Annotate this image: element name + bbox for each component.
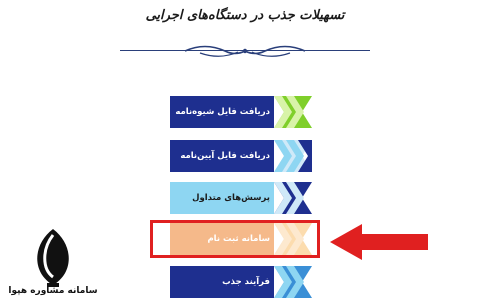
logo-text: سامانه مشاوره هپوا <box>8 286 98 296</box>
menu-button-faq[interactable]: پرسش‌های متداول <box>170 182 312 214</box>
menu-button-label: پرسش‌های متداول <box>192 193 270 203</box>
menu-button-process[interactable]: فرآیند جذب <box>170 266 312 298</box>
menu-button-label: فرآیند جذب <box>222 277 270 287</box>
ornament-icon <box>184 45 306 57</box>
page-title: تسهیلات جذب در دستگاه‌های اجرایی <box>145 8 345 23</box>
menu-button-label: دریافت فایل آیین‌نامه <box>180 151 270 161</box>
red-arrow-icon <box>330 224 428 260</box>
menu-button-label: دریافت فایل شیوه‌نامه <box>175 107 270 117</box>
menu-button-guideline[interactable]: دریافت فایل شیوه‌نامه <box>170 96 312 128</box>
menu-button-regulation[interactable]: دریافت فایل آیین‌نامه <box>170 140 312 172</box>
highlight-box <box>150 220 320 258</box>
